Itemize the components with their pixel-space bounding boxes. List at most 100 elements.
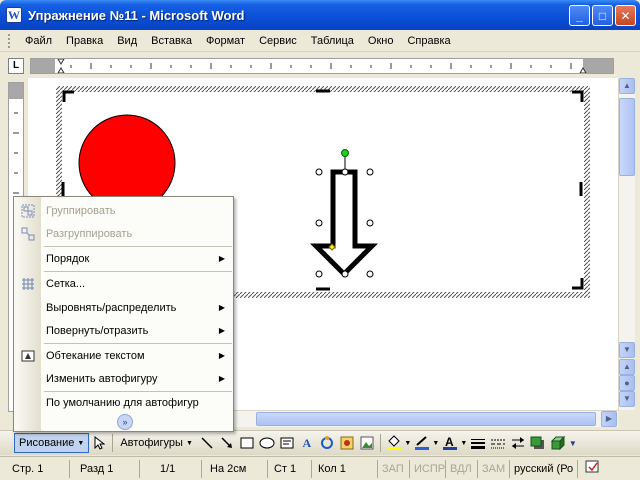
ungroup-icon (14, 226, 41, 242)
menu-item-change-autoshape[interactable]: Изменить автофигуру ▶ (14, 367, 233, 390)
menu-bar: Файл Правка Вид Вставка Формат Сервис Та… (0, 30, 640, 52)
minimize-button[interactable]: _ (569, 5, 590, 26)
textbox-tool-icon[interactable] (277, 433, 297, 453)
menu-edit[interactable]: Правка (59, 35, 110, 47)
first-line-indent-marker[interactable] (57, 59, 65, 65)
menu-item-align-distribute[interactable]: Выровнять/распределить ▶ (14, 296, 233, 319)
menu-tools[interactable]: Сервис (252, 35, 304, 47)
select-objects-icon[interactable] (89, 433, 109, 453)
menu-item-label: Разгруппировать (46, 227, 133, 240)
submenu-arrow-icon: ▶ (218, 326, 225, 335)
wordart-icon[interactable]: A (297, 433, 317, 453)
submenu-arrow-icon: ▶ (218, 374, 225, 383)
menu-window[interactable]: Окно (361, 35, 401, 47)
toolbar-options-icon[interactable]: ▼ (568, 433, 578, 453)
status-column: Кол 1 (312, 459, 378, 478)
rotate-handle[interactable] (341, 149, 349, 157)
status-language: русский (Ро (510, 459, 578, 478)
menu-format[interactable]: Формат (199, 35, 252, 47)
menu-item-label: По умолчанию для автофигур (46, 396, 199, 409)
drawing-menu-button[interactable]: Рисование ▼ (14, 433, 90, 453)
vertical-scroll-thumb[interactable] (619, 98, 635, 176)
prev-page-button[interactable]: ▲ (619, 359, 635, 375)
expand-menu-icon[interactable]: » (117, 414, 133, 430)
menu-item-set-autoshape-defaults[interactable]: По умолчанию для автофигур (14, 391, 233, 414)
menu-item-label: Обтекание текстом (46, 349, 145, 362)
3d-style-icon[interactable] (548, 433, 568, 453)
drawing-menu-label: Рисование (19, 437, 75, 449)
menu-item-label: Порядок (46, 252, 90, 265)
submenu-arrow-icon: ▶ (218, 351, 225, 360)
drawing-toolbar: Рисование ▼ Автофигуры ▼ A ▼ ▼ A ▼ ▼ (0, 430, 640, 455)
status-ovr[interactable]: ЗАМ (478, 459, 510, 478)
ruler-ticks (57, 59, 587, 73)
submenu-arrow-icon: ▶ (218, 254, 225, 263)
line-color-icon[interactable] (412, 433, 432, 453)
next-page-button[interactable]: ▼ (619, 391, 635, 407)
grid-icon (14, 276, 41, 292)
menu-file[interactable]: Файл (18, 35, 59, 47)
menu-help[interactable]: Справка (400, 35, 457, 47)
scroll-down-button[interactable]: ▼ (619, 342, 635, 358)
menu-item-text-wrapping[interactable]: Обтекание текстом ▶ (14, 344, 233, 367)
menu-item-grid[interactable]: Сетка... (14, 272, 233, 295)
font-color-dropdown-icon[interactable]: ▼ (460, 433, 468, 453)
title-bar: W Упражнение №11 - Microsoft Word _ □ ✕ (0, 0, 640, 30)
shadow-style-icon[interactable] (528, 433, 548, 453)
line-tool-icon[interactable] (197, 433, 217, 453)
status-section: Разд 1 (70, 459, 140, 478)
horizontal-ruler[interactable] (30, 58, 614, 74)
menu-table[interactable]: Таблица (304, 35, 361, 47)
status-bar: Стр. 1 Разд 1 1/1 На 2см Ст 1 Кол 1 ЗАП … (0, 456, 640, 480)
browse-object-button[interactable]: ● (619, 375, 635, 391)
menu-item-label: Выровнять/распределить (46, 301, 177, 314)
clipart-icon[interactable] (337, 433, 357, 453)
fill-color-dropdown-icon[interactable]: ▼ (404, 433, 412, 453)
vertical-scrollbar[interactable]: ▲ ▼ ▲ ● ▼ (618, 78, 635, 410)
close-button[interactable]: ✕ (615, 5, 636, 26)
menu-item-label: Группировать (46, 204, 116, 217)
line-style-icon[interactable] (468, 433, 488, 453)
scroll-right-button[interactable]: ▶ (601, 411, 617, 427)
diagram-icon[interactable] (317, 433, 337, 453)
menu-item-ungroup[interactable]: Разгруппировать (14, 222, 233, 245)
horizontal-scroll-thumb[interactable] (256, 412, 596, 426)
spelling-status-icon[interactable] (578, 460, 608, 478)
dash-style-icon[interactable] (488, 433, 508, 453)
status-line: Ст 1 (268, 459, 312, 478)
right-indent-marker[interactable] (579, 67, 587, 73)
toolbar-grip-icon[interactable] (8, 33, 12, 48)
submenu-arrow-icon: ▶ (218, 303, 225, 312)
tab-selector-button[interactable]: L (8, 58, 24, 74)
text-wrap-icon (14, 348, 41, 364)
arrow-style-icon[interactable] (508, 433, 528, 453)
status-rec[interactable]: ЗАП (378, 459, 410, 478)
status-ext[interactable]: ВДЛ (446, 459, 478, 478)
menu-item-label: Изменить автофигуру (46, 372, 158, 385)
drawing-context-menu: Группировать Разгруппировать Порядок ▶ С… (13, 196, 234, 432)
arrow-tool-icon[interactable] (217, 433, 237, 453)
menu-item-order[interactable]: Порядок ▶ (14, 247, 233, 270)
left-indent-marker[interactable] (57, 67, 65, 73)
autoshapes-label: Автофигуры (120, 437, 183, 449)
maximize-button[interactable]: □ (592, 5, 613, 26)
menu-insert[interactable]: Вставка (144, 35, 199, 47)
svg-text:A: A (445, 435, 454, 449)
word-app-icon[interactable]: W (6, 7, 22, 23)
font-color-icon[interactable]: A (440, 433, 460, 453)
status-at: На 2см (202, 459, 268, 478)
rectangle-tool-icon[interactable] (237, 433, 257, 453)
line-color-dropdown-icon[interactable]: ▼ (432, 433, 440, 453)
oval-tool-icon[interactable] (257, 433, 277, 453)
status-pages: 1/1 (140, 459, 202, 478)
autoshapes-menu-button[interactable]: Автофигуры ▼ (116, 433, 197, 453)
horizontal-scrollbar[interactable]: ▶ (234, 410, 618, 427)
fill-color-icon[interactable] (384, 433, 404, 453)
insert-picture-icon[interactable] (357, 433, 377, 453)
menu-view[interactable]: Вид (110, 35, 144, 47)
status-trk[interactable]: ИСПР (410, 459, 446, 478)
scroll-up-button[interactable]: ▲ (619, 78, 635, 94)
ruler-row: L (0, 52, 640, 78)
menu-item-rotate-flip[interactable]: Повернуть/отразить ▶ (14, 319, 233, 342)
menu-item-group[interactable]: Группировать (14, 199, 233, 222)
